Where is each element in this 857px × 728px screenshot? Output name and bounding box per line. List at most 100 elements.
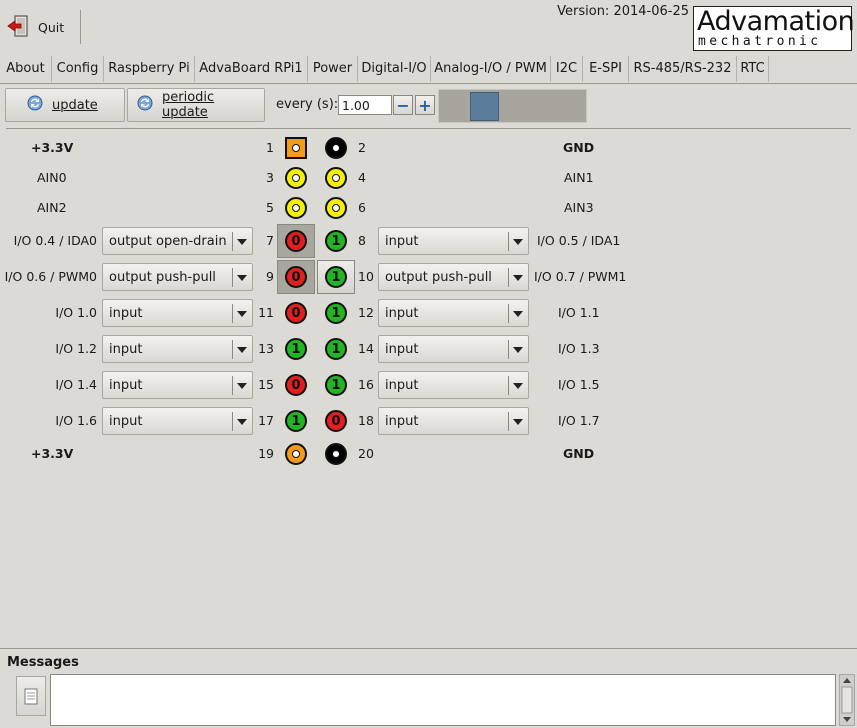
mode-select-value: input [109, 342, 143, 357]
quit-button[interactable]: Quit [6, 8, 74, 46]
pin-10-state: 1 [331, 269, 341, 285]
pin-number: 20 [358, 446, 374, 461]
pin-number: 13 [258, 341, 274, 356]
tab-advaboard-rpi1[interactable]: AdvaBoard RPi1 [195, 56, 308, 82]
interval-slider[interactable] [438, 89, 587, 123]
pin-label-left: I/O 1.4 [55, 377, 97, 392]
pin-label-left: I/O 0.4 / IDA0 [13, 233, 97, 248]
pin-number: 5 [266, 200, 274, 215]
decrement-button[interactable]: − [393, 95, 413, 115]
mode-select-left[interactable]: input [102, 371, 253, 399]
chevron-down-icon [237, 347, 247, 353]
periodic-update-button[interactable]: periodic update [127, 88, 265, 122]
tab-config[interactable]: Config [52, 56, 104, 82]
combo-separator [508, 304, 509, 323]
pin-number: 1 [266, 140, 274, 155]
pin-20 [325, 443, 347, 465]
chevron-down-icon [513, 383, 523, 389]
tab-analog-i-o-pwm[interactable]: Analog-I/O / PWM [431, 56, 551, 82]
pin-1-dot [292, 144, 300, 152]
mode-select-right[interactable]: input [378, 335, 529, 363]
pin-16-state: 1 [331, 377, 341, 393]
advamation-logo: Advamation mechatronic [693, 6, 855, 51]
combo-separator [508, 232, 509, 251]
combo-separator [232, 268, 233, 287]
combo-separator [232, 340, 233, 359]
pin-19-dot [292, 450, 300, 458]
mode-select-right[interactable]: input [378, 227, 529, 255]
mode-select-left[interactable]: output push-pull [102, 263, 253, 291]
increment-button[interactable]: + [415, 95, 435, 115]
combo-separator [232, 304, 233, 323]
pin-number: 15 [258, 377, 274, 392]
pin-label-right: I/O 1.3 [558, 341, 600, 356]
pin-number: 7 [266, 233, 274, 248]
pin-6 [325, 197, 347, 219]
pin-number: 8 [358, 233, 366, 248]
pin-14[interactable]: 1 [325, 338, 347, 360]
tab-power[interactable]: Power [308, 56, 358, 82]
pin-2 [325, 137, 347, 159]
mode-select-left[interactable]: input [102, 299, 253, 327]
pin-1 [285, 137, 307, 159]
combo-separator [508, 340, 509, 359]
chevron-down-icon [237, 383, 247, 389]
pin-13-state: 1 [291, 341, 301, 357]
tab-about[interactable]: About [0, 56, 52, 82]
pin-8[interactable]: 1 [325, 230, 347, 252]
pin-label-right: I/O 1.1 [558, 305, 600, 320]
pin-label-right: I/O 0.5 / IDA1 [537, 233, 621, 248]
pin-number: 9 [266, 269, 274, 284]
pin-10[interactable]: 1 [325, 266, 347, 288]
separator [6, 128, 851, 129]
mode-select-left[interactable]: output open-drain [102, 227, 253, 255]
plus-icon: + [418, 95, 432, 115]
tab-digital-i-o[interactable]: Digital-I/O [358, 56, 431, 82]
pin-9[interactable]: 0 [285, 266, 307, 288]
slider-handle[interactable] [470, 92, 499, 121]
mode-select-left[interactable]: input [102, 335, 253, 363]
minus-icon: − [396, 95, 410, 115]
tab-rtc[interactable]: RTC [737, 56, 769, 82]
mode-select-value: output push-pull [385, 270, 492, 285]
combo-separator [508, 376, 509, 395]
chevron-down-icon [237, 275, 247, 281]
document-icon [24, 688, 38, 705]
pin-15[interactable]: 0 [285, 374, 307, 396]
tab-i2c[interactable]: I2C [551, 56, 583, 82]
pin-4 [325, 167, 347, 189]
pin-17[interactable]: 1 [285, 410, 307, 432]
pin-16[interactable]: 1 [325, 374, 347, 396]
pin-14-state: 1 [331, 341, 341, 357]
pin-7[interactable]: 0 [285, 230, 307, 252]
messages-textarea[interactable] [50, 674, 836, 726]
tab-e-spi[interactable]: E-SPI [583, 56, 629, 82]
mode-select-right[interactable]: input [378, 371, 529, 399]
mode-select-right[interactable]: output push-pull [378, 263, 529, 291]
pin-3 [285, 167, 307, 189]
interval-input[interactable]: 1.00 [338, 95, 392, 115]
pin-5-dot [292, 204, 300, 212]
tab-raspberry-pi[interactable]: Raspberry Pi [104, 56, 195, 82]
pin-label-right: AIN1 [564, 170, 594, 185]
combo-separator [232, 376, 233, 395]
pin-label-left: I/O 1.6 [55, 413, 97, 428]
combo-separator [508, 412, 509, 431]
update-button[interactable]: update [5, 88, 125, 122]
pin-12[interactable]: 1 [325, 302, 347, 324]
mode-select-right[interactable]: input [378, 299, 529, 327]
pin-15-state: 0 [291, 377, 301, 393]
pin-label-left: +3.3V [31, 140, 74, 155]
pin-11[interactable]: 0 [285, 302, 307, 324]
pin-number: 17 [258, 413, 274, 428]
messages-scrollbar[interactable] [839, 674, 855, 726]
tab-rs-485-rs-232[interactable]: RS-485/RS-232 [629, 56, 737, 82]
pin-17-state: 1 [291, 413, 301, 429]
pin-13[interactable]: 1 [285, 338, 307, 360]
pin-12-state: 1 [331, 305, 341, 321]
pin-18[interactable]: 0 [325, 410, 347, 432]
mode-select-left[interactable]: input [102, 407, 253, 435]
mode-select-right[interactable]: input [378, 407, 529, 435]
mode-select-value: input [109, 378, 143, 393]
clear-messages-button[interactable] [16, 676, 46, 716]
